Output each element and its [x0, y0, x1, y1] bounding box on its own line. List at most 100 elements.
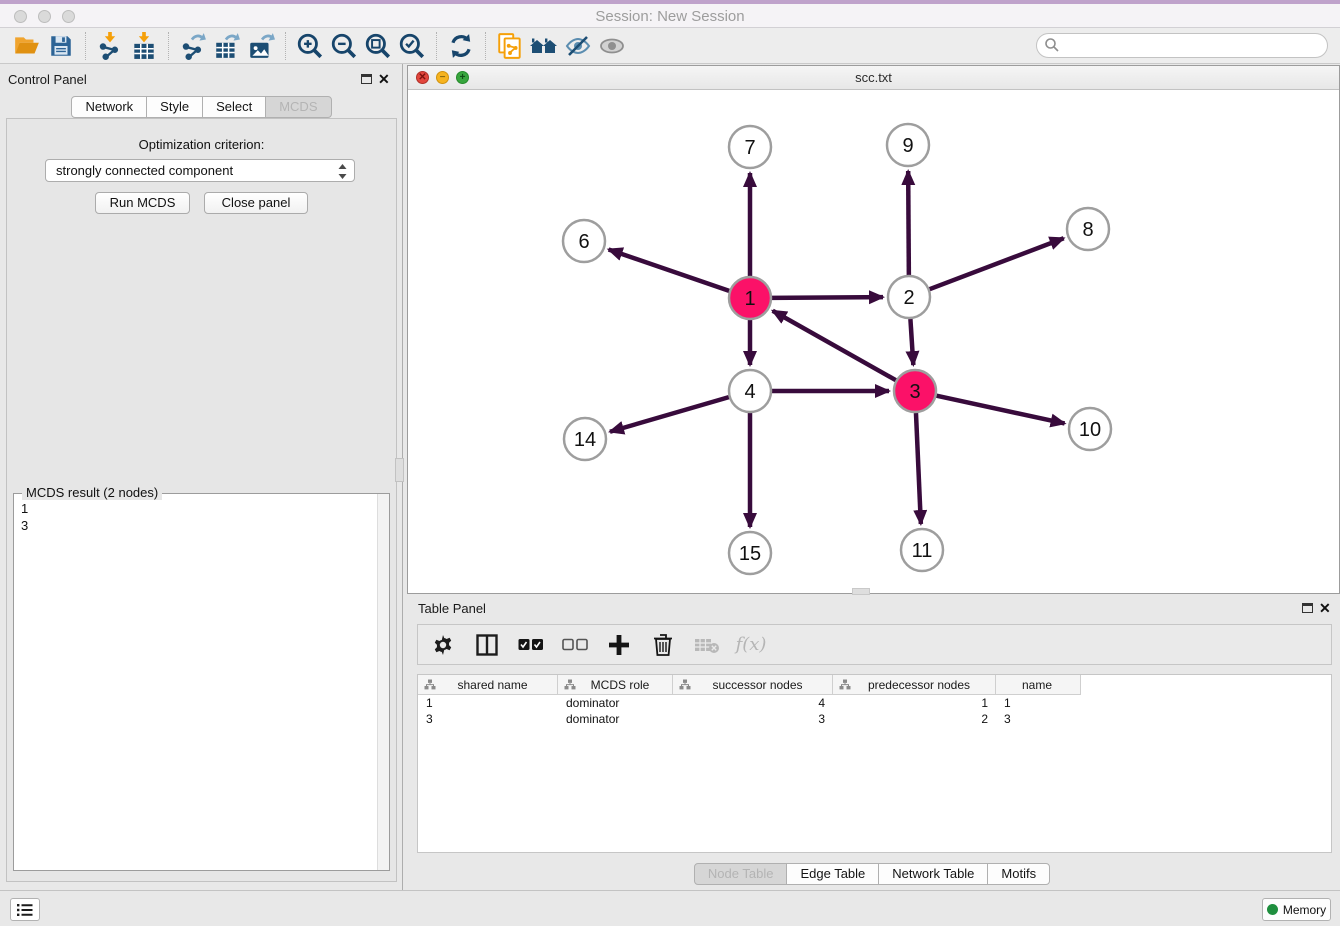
mcds-result-text[interactable]: 13	[14, 496, 377, 870]
memory-button[interactable]: Memory	[1262, 898, 1331, 921]
tab-node-table[interactable]: Node Table	[694, 863, 788, 885]
toolbar-separator	[436, 32, 437, 60]
tab-style[interactable]: Style	[146, 96, 203, 118]
show-panel-button[interactable]	[595, 31, 629, 61]
open-session-button[interactable]	[10, 31, 44, 61]
column-tree-icon	[839, 679, 851, 690]
node-table[interactable]: shared name MCDS rolesuccessor nodesprede…	[417, 674, 1332, 853]
save-session-button[interactable]	[44, 31, 78, 61]
table-row[interactable]: 1dominator411	[418, 695, 1331, 711]
table-row[interactable]: 3dominator323	[418, 711, 1331, 727]
select-all-columns-button[interactable]	[516, 630, 546, 660]
vertical-splitter-grip[interactable]	[395, 458, 404, 482]
home-button[interactable]	[527, 31, 561, 61]
delete-table-button-disabled	[692, 630, 722, 660]
column-header-successor-nodes[interactable]: successor nodes	[673, 675, 833, 695]
tab-motifs[interactable]: Motifs	[987, 863, 1050, 885]
search-field	[1036, 33, 1328, 58]
zoom-out-button[interactable]	[327, 31, 361, 61]
function-builder-button-disabled: f(x)	[736, 630, 766, 660]
graph-node-label-11: 11	[912, 540, 933, 562]
graph-edge-3-10[interactable]	[936, 396, 1064, 424]
graph-edge-3-1[interactable]	[773, 311, 896, 380]
search-icon	[1044, 37, 1060, 53]
result-line: 3	[21, 517, 377, 534]
close-panel-icon[interactable]: ✕	[378, 73, 390, 85]
task-history-button[interactable]	[10, 898, 40, 921]
graph-edge-2-3[interactable]	[910, 319, 913, 365]
tab-mcds[interactable]: MCDS	[265, 96, 331, 118]
column-header-MCDS-role[interactable]: MCDS role	[558, 675, 673, 695]
import-table-button[interactable]	[127, 31, 161, 61]
delete-table-icon	[694, 636, 720, 654]
table-cell[interactable]: 3	[996, 711, 1081, 727]
control-panel: Control Panel ✕ NetworkStyleSelectMCDS O…	[0, 64, 403, 890]
zoom-in-button[interactable]	[293, 31, 327, 61]
table-cell[interactable]: dominator	[558, 695, 673, 711]
graph-edge-2-8[interactable]	[930, 238, 1064, 289]
graph-edge-1-6[interactable]	[609, 249, 730, 290]
apply-layout-button[interactable]	[444, 31, 478, 61]
float-table-panel-icon[interactable]	[1302, 603, 1313, 613]
table-cell[interactable]: 1	[996, 695, 1081, 711]
import-table-icon	[130, 32, 158, 60]
criterion-dropdown[interactable]: strongly connected component	[45, 159, 355, 182]
background-window-strip	[0, 0, 1340, 4]
tab-network[interactable]: Network	[71, 96, 147, 118]
zoom-selected-icon	[398, 32, 426, 60]
column-header-name[interactable]: name	[996, 675, 1081, 695]
deselect-all-columns-button[interactable]	[560, 630, 590, 660]
graph-canvas[interactable]: 7968124314101511	[408, 90, 1339, 594]
result-scrollbar[interactable]	[377, 494, 389, 870]
create-column-button[interactable]	[604, 630, 634, 660]
column-header-predecessor-nodes[interactable]: predecessor nodes	[833, 675, 996, 695]
graph-edge-2-9[interactable]	[908, 171, 909, 275]
column-tree-icon	[424, 679, 436, 690]
refresh-icon	[447, 32, 475, 60]
export-table-button[interactable]	[210, 31, 244, 61]
table-cell[interactable]: 1	[833, 695, 996, 711]
graph-node-label-9: 9	[902, 135, 913, 157]
table-panel: Table Panel ✕ f(x) shared nameMCDS roles…	[404, 595, 1340, 890]
graph-edge-4-14[interactable]	[610, 397, 729, 432]
hide-panel-button[interactable]	[561, 31, 595, 61]
zoom-selected-button[interactable]	[395, 31, 429, 61]
tab-select[interactable]: Select	[202, 96, 266, 118]
export-image-button[interactable]	[244, 31, 278, 61]
fx-icon: f(x)	[736, 634, 767, 655]
column-header-shared-name[interactable]: shared name	[418, 675, 558, 695]
window-title: Session: New Session	[0, 8, 1340, 25]
close-table-panel-icon[interactable]: ✕	[1319, 602, 1331, 614]
mcds-tab-content: Optimization criterion: strongly connect…	[6, 118, 397, 882]
delete-column-button[interactable]	[648, 630, 678, 660]
graph-edge-3-11[interactable]	[916, 413, 921, 524]
column-header-label: MCDS role	[576, 678, 672, 692]
table-cell[interactable]: 3	[673, 711, 833, 727]
table-cell[interactable]: dominator	[558, 711, 673, 727]
graph-edge-1-2[interactable]	[772, 297, 883, 298]
export-network-button[interactable]	[176, 31, 210, 61]
table-cell[interactable]: 2	[833, 711, 996, 727]
table-cell[interactable]: 1	[418, 695, 558, 711]
share-network-document-button[interactable]	[493, 31, 527, 61]
search-input[interactable]	[1036, 33, 1328, 58]
close-panel-button[interactable]: Close panel	[204, 192, 308, 214]
toggle-column-view-button[interactable]	[472, 630, 502, 660]
float-panel-icon[interactable]	[361, 74, 372, 84]
horizontal-splitter-grip[interactable]	[852, 588, 870, 595]
run-mcds-button[interactable]: Run MCDS	[95, 192, 190, 214]
table-header-row: shared name MCDS rolesuccessor nodesprede…	[418, 675, 1331, 695]
tab-edge-table[interactable]: Edge Table	[786, 863, 879, 885]
table-cell[interactable]: 3	[418, 711, 558, 727]
table-settings-button[interactable]	[428, 630, 458, 660]
memory-label: Memory	[1283, 903, 1326, 917]
column-tree-icon	[564, 679, 576, 690]
tab-network-table[interactable]: Network Table	[878, 863, 988, 885]
import-network-button[interactable]	[93, 31, 127, 61]
table-cell[interactable]: 4	[673, 695, 833, 711]
toolbar-separator	[85, 32, 86, 60]
zoom-fit-button[interactable]	[361, 31, 395, 61]
export-network-icon	[179, 32, 207, 60]
graph-node-label-1: 1	[744, 288, 755, 310]
homes-icon	[529, 33, 559, 59]
